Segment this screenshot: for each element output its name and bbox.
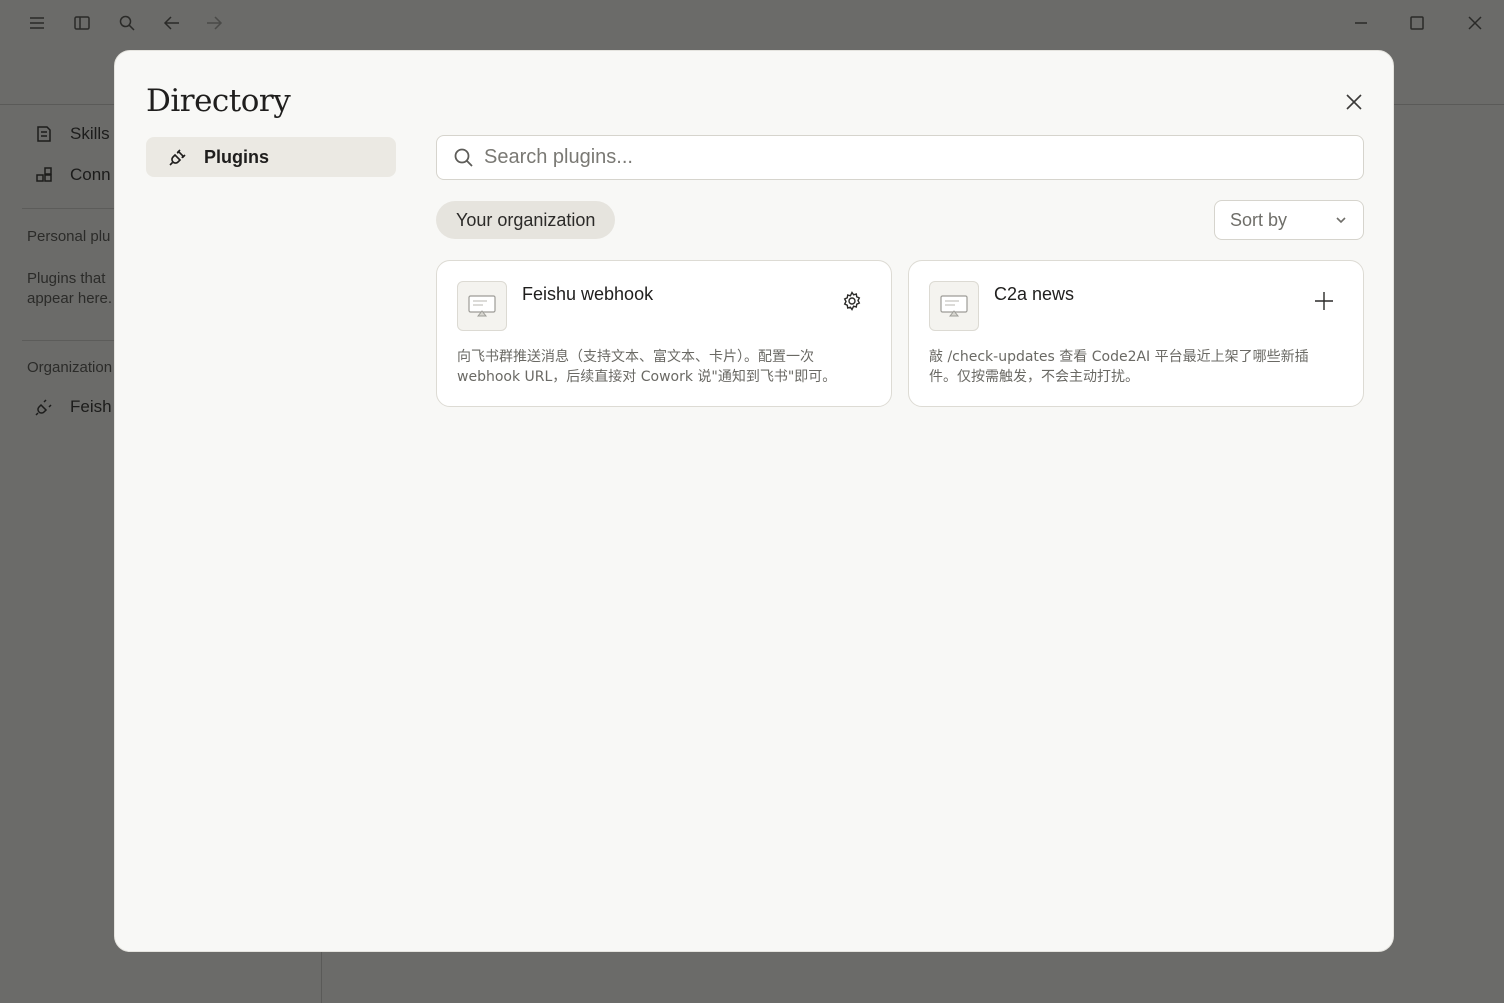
directory-modal: Directory Plugins Your organization Sort… bbox=[114, 50, 1394, 952]
menu-icon[interactable] bbox=[24, 10, 50, 36]
plugin-card-feishu-webhook[interactable]: Feishu webhook 向飞书群推送消息（支持文本、富文本、卡片）。配置一… bbox=[436, 260, 892, 407]
plugin-logo-icon bbox=[457, 281, 507, 331]
search-input[interactable] bbox=[484, 146, 1334, 169]
search-icon bbox=[454, 148, 473, 167]
personal-plugins-heading: Personal plu bbox=[27, 228, 111, 245]
sidebar-item-label: Skills bbox=[70, 124, 110, 143]
plugin-description-line: 件。仅按需触发，不会主动打扰。 bbox=[929, 369, 1139, 385]
plugin-description-line: webhook URL，后续直接对 Cowork 说"通知到飞书"即可。 bbox=[457, 369, 837, 385]
plus-icon bbox=[1315, 292, 1333, 310]
filter-chip-your-organization[interactable]: Your organization bbox=[436, 201, 616, 239]
plugin-settings-button[interactable] bbox=[839, 288, 865, 314]
sidebar-item-feishu[interactable]: Feish bbox=[34, 397, 112, 417]
plugin-add-button[interactable] bbox=[1311, 288, 1337, 314]
modal-title: Directory bbox=[146, 83, 291, 119]
plugin-card-c2a-news[interactable]: C2a news 敲 /check-updates 查看 Code2AI 平台最… bbox=[908, 260, 1364, 407]
gear-icon bbox=[843, 291, 861, 311]
plugin-logo-icon bbox=[929, 281, 979, 331]
sidebar-item-label: Conn bbox=[70, 165, 111, 184]
plugin-description-line: 敲 /check-updates 查看 Code2AI 平台最近上架了哪些新插 bbox=[929, 349, 1309, 365]
sidebar-item-skills[interactable]: Skills bbox=[34, 124, 110, 144]
connectors-icon bbox=[36, 167, 52, 182]
minimize-icon[interactable] bbox=[1348, 10, 1374, 36]
nav-item-label: Plugins bbox=[204, 146, 270, 167]
sidebar-item-connectors[interactable]: Conn bbox=[34, 165, 111, 185]
maximize-icon[interactable] bbox=[1404, 10, 1430, 36]
back-arrow-icon[interactable] bbox=[159, 10, 185, 36]
plugin-name: C2a news bbox=[994, 284, 1075, 304]
plugin-description: 敲 /check-updates 查看 Code2AI 平台最近上架了哪些新插 … bbox=[929, 347, 1339, 387]
nav-item-plugins[interactable]: Plugins bbox=[146, 137, 396, 177]
plugin-name: Feishu webhook bbox=[522, 284, 654, 304]
plug-icon bbox=[35, 399, 52, 416]
chevron-down-icon bbox=[1336, 217, 1346, 224]
sidebar-item-label: Feish bbox=[70, 397, 112, 416]
personal-plugins-empty-text-1: Plugins that bbox=[27, 270, 106, 287]
search-bar[interactable] bbox=[436, 135, 1364, 180]
skills-icon bbox=[37, 126, 51, 142]
personal-plugins-empty-text-2: appear here. bbox=[27, 290, 113, 307]
plug-icon bbox=[169, 149, 186, 166]
title-bar bbox=[0, 0, 1504, 46]
plugin-description: 向飞书群推送消息（支持文本、富文本、卡片）。配置一次 webhook URL，后… bbox=[457, 347, 867, 387]
close-button[interactable] bbox=[1340, 88, 1368, 116]
window-close-icon[interactable] bbox=[1462, 10, 1488, 36]
close-icon bbox=[1346, 94, 1362, 110]
plugin-description-line: 向飞书群推送消息（支持文本、富文本、卡片）。配置一次 bbox=[457, 349, 814, 365]
sidebar-toggle-icon[interactable] bbox=[69, 10, 95, 36]
sort-label: Sort by bbox=[1230, 209, 1288, 230]
search-icon[interactable] bbox=[114, 10, 140, 36]
sort-dropdown[interactable]: Sort by bbox=[1214, 200, 1364, 240]
organization-heading: Organization bbox=[27, 359, 113, 376]
forward-arrow-icon[interactable] bbox=[201, 10, 227, 36]
